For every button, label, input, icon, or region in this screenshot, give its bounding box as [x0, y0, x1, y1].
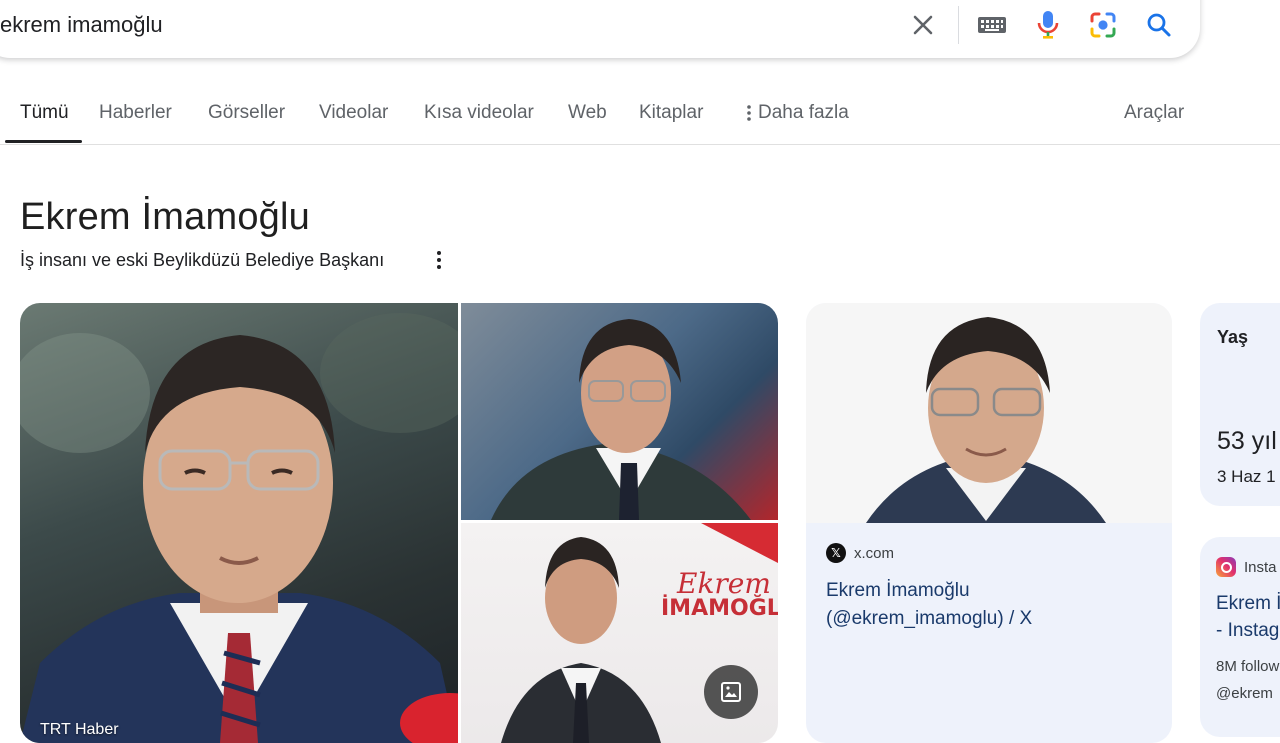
active-tab-indicator: [5, 140, 82, 143]
search-icon[interactable]: [1142, 8, 1176, 42]
instagram-site-name: Insta: [1244, 558, 1277, 576]
x-title-line: Ekrem İmamoğlu: [826, 580, 970, 601]
photo-top-right[interactable]: [461, 303, 778, 520]
x-logo-icon: 𝕏: [826, 543, 846, 563]
portrait-illustration: [866, 317, 1106, 523]
main-photo[interactable]: TRT Haber: [20, 303, 458, 743]
portrait-illustration: [491, 319, 751, 520]
image-source-label: TRT Haber: [40, 721, 119, 738]
image-grid: TRT Haber Ekrem İMAMOĞLU: [20, 303, 778, 743]
tab-more-label: Daha fazla: [758, 102, 849, 123]
instagram-handle: @ekrem: [1216, 685, 1273, 702]
close-icon[interactable]: [906, 8, 940, 42]
search-input[interactable]: ekrem imamoğlu: [0, 12, 163, 38]
image-icon: [721, 682, 741, 702]
x-profile-photo: [806, 303, 1172, 523]
entity-title: Ekrem İmamoğlu: [20, 196, 310, 238]
lens-icon[interactable]: [1086, 8, 1120, 42]
x-site-name: x.com: [854, 544, 895, 562]
portrait-illustration: [20, 313, 458, 743]
instagram-card[interactable]: Insta Ekrem İ - Instag 8M follow @ekrem: [1200, 537, 1280, 737]
instagram-title-line: Ekrem İ: [1216, 593, 1280, 614]
x-profile-card[interactable]: 𝕏 x.com Ekrem İmamoğlu (@ekrem_imamoglu)…: [806, 303, 1172, 743]
instagram-icon: [1216, 557, 1236, 577]
age-card[interactable]: Yaş 53 yıl 3 Haz 1: [1200, 303, 1280, 506]
search-divider: [958, 6, 959, 44]
tools-button[interactable]: Araçlar: [1124, 102, 1184, 124]
photo-bottom-right[interactable]: Ekrem İMAMOĞLU: [461, 523, 778, 743]
instagram-source: Insta: [1216, 557, 1277, 577]
tab-short-videos[interactable]: Kısa videolar: [424, 102, 534, 124]
tab-news[interactable]: Haberler: [99, 102, 172, 124]
tab-videos[interactable]: Videolar: [319, 102, 388, 124]
search-bar: ekrem imamoğlu: [0, 0, 1200, 58]
entity-menu-icon[interactable]: [432, 249, 446, 271]
x-profile-title[interactable]: Ekrem İmamoğlu (@ekrem_imamoglu) / X: [826, 577, 1156, 633]
birth-date: 3 Haz 1: [1217, 467, 1276, 486]
image-view-button[interactable]: [704, 665, 758, 719]
x-title-line: (@ekrem_imamoglu) / X: [826, 608, 1033, 629]
tab-images[interactable]: Görseller: [208, 102, 285, 124]
x-source: 𝕏 x.com: [826, 543, 894, 563]
tab-books[interactable]: Kitaplar: [639, 102, 703, 124]
instagram-followers: 8M follow: [1216, 658, 1280, 675]
tab-all[interactable]: Tümü: [20, 102, 69, 124]
instagram-title[interactable]: Ekrem İ - Instag: [1216, 590, 1280, 644]
tab-more[interactable]: Daha fazla: [746, 102, 849, 124]
more-vert-icon: [747, 105, 751, 121]
tab-web[interactable]: Web: [568, 102, 607, 124]
search-tabs: Tümü Haberler Görseller Videolar Kısa vi…: [0, 92, 1280, 145]
instagram-title-line: - Instag: [1216, 620, 1280, 641]
poster-name-text: İMAMOĞLU: [661, 595, 778, 621]
entity-subtitle: İş insanı ve eski Beylikdüzü Belediye Ba…: [20, 250, 385, 270]
age-label: Yaş: [1217, 327, 1249, 347]
keyboard-icon[interactable]: [975, 8, 1009, 42]
mic-icon[interactable]: [1031, 8, 1065, 42]
instagram-meta: 8M follow @ekrem: [1216, 653, 1279, 707]
age-value: 53 yıl: [1217, 427, 1277, 455]
